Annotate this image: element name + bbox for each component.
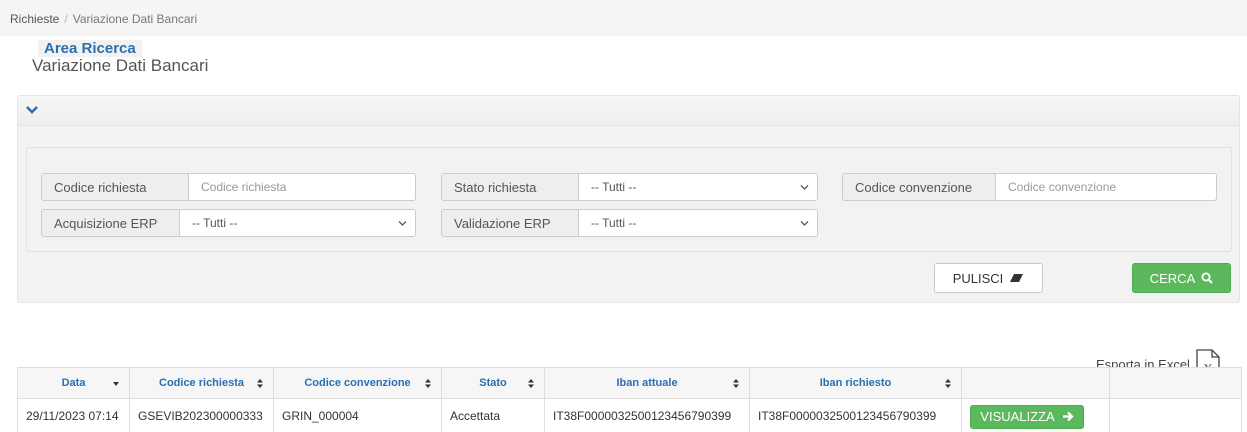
- breadcrumb: Richieste / Variazione Dati Bancari: [0, 0, 1247, 36]
- view-button-label: VISUALIZZA: [980, 409, 1055, 424]
- table-row: 29/11/2023 07:14 GSEVIB202300000333 GRIN…: [17, 398, 1242, 432]
- chevron-down-icon[interactable]: [24, 103, 40, 117]
- sort-icon: [945, 379, 951, 388]
- search-button[interactable]: CERCA: [1132, 263, 1231, 293]
- cell-iban-richiesto: IT38F0000032500123456790399: [749, 398, 962, 432]
- column-header-iban-attuale[interactable]: Iban attuale: [544, 367, 750, 399]
- column-header-action: [961, 367, 1110, 399]
- clear-button[interactable]: PULISCI: [934, 263, 1043, 293]
- acquisizione-erp-value: -- Tutti --: [192, 216, 238, 230]
- sort-icon: [425, 379, 431, 388]
- column-header-codice-convenzione[interactable]: Codice convenzione: [273, 367, 442, 399]
- validazione-erp-value: -- Tutti --: [591, 216, 637, 230]
- column-header-extra: [1109, 367, 1242, 399]
- codice-convenzione-input[interactable]: Codice convenzione: [995, 173, 1217, 201]
- sort-icon: [733, 379, 739, 388]
- column-header-stato[interactable]: Stato: [441, 367, 545, 399]
- cell-codice-convenzione: GRIN_000004: [273, 398, 442, 432]
- validazione-erp-field: Validazione ERP -- Tutti --: [441, 209, 818, 237]
- breadcrumb-current: Variazione Dati Bancari: [72, 12, 198, 26]
- chevron-down-icon: [398, 221, 407, 226]
- page-title: Variazione Dati Bancari: [32, 56, 209, 75]
- sort-desc-icon: [113, 382, 119, 386]
- chevron-down-icon: [800, 221, 809, 226]
- search-area-legend: Area Ricerca: [38, 40, 142, 57]
- column-header-codice-richiesta[interactable]: Codice richiesta: [129, 367, 274, 399]
- column-header-iban-richiesto[interactable]: Iban richiesto: [749, 367, 962, 399]
- cell-action: VISUALIZZA: [961, 398, 1110, 432]
- eraser-icon: [1010, 274, 1024, 282]
- sort-icon: [257, 379, 263, 388]
- cell-data: 29/11/2023 07:14: [17, 398, 130, 432]
- codice-richiesta-field: Codice richiesta Codice richiesta: [41, 173, 416, 201]
- cell-iban-attuale: IT38F0000032500123456790399: [544, 398, 750, 432]
- acquisizione-erp-field: Acquisizione ERP -- Tutti --: [41, 209, 416, 237]
- codice-convenzione-label: Codice convenzione: [842, 173, 995, 201]
- validazione-erp-select[interactable]: -- Tutti --: [578, 209, 818, 237]
- breadcrumb-separator: /: [64, 12, 68, 26]
- search-panel-header[interactable]: [18, 96, 1239, 126]
- breadcrumb-link-richieste[interactable]: Richieste: [10, 12, 59, 26]
- results-table: Data Codice richiesta Codice convenzione…: [17, 367, 1242, 432]
- acquisizione-erp-label: Acquisizione ERP: [41, 209, 179, 237]
- sort-icon: [528, 379, 534, 388]
- arrow-right-icon: [1062, 411, 1074, 422]
- cell-extra: [1109, 398, 1242, 432]
- stato-richiesta-value: -- Tutti --: [591, 180, 637, 194]
- validazione-erp-label: Validazione ERP: [441, 209, 578, 237]
- codice-convenzione-field: Codice convenzione Codice convenzione: [842, 173, 1217, 201]
- codice-richiesta-input[interactable]: Codice richiesta: [188, 173, 416, 201]
- chevron-down-icon: [800, 185, 809, 190]
- cell-stato: Accettata: [441, 398, 545, 432]
- column-header-data[interactable]: Data: [17, 367, 130, 399]
- table-header-row: Data Codice richiesta Codice convenzione…: [17, 367, 1242, 399]
- stato-richiesta-field: Stato richiesta -- Tutti --: [441, 173, 818, 201]
- search-icon: [1201, 272, 1213, 284]
- cell-codice-richiesta: GSEVIB202300000333: [129, 398, 274, 432]
- view-button[interactable]: VISUALIZZA: [970, 404, 1084, 429]
- clear-button-label: PULISCI: [952, 270, 1004, 286]
- stato-richiesta-label: Stato richiesta: [441, 173, 578, 201]
- stato-richiesta-select[interactable]: -- Tutti --: [578, 173, 818, 201]
- codice-richiesta-label: Codice richiesta: [41, 173, 188, 201]
- search-button-label: CERCA: [1149, 270, 1196, 286]
- acquisizione-erp-select[interactable]: -- Tutti --: [179, 209, 416, 237]
